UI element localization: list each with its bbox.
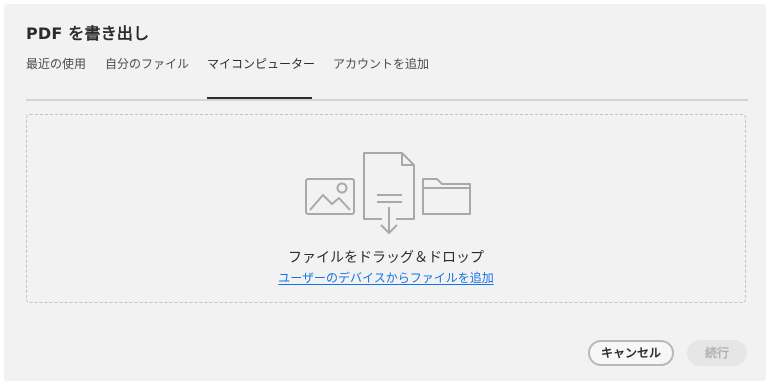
tab-my-files[interactable]: 自分のファイル bbox=[105, 52, 189, 99]
export-pdf-dialog: PDF を書き出し 最近の使用 自分のファイル マイコンピューター アカウントを… bbox=[4, 4, 766, 381]
cancel-button[interactable]: キャンセル bbox=[588, 340, 674, 366]
tab-my-computer[interactable]: マイコンピューター bbox=[207, 52, 315, 99]
source-tabs: 最近の使用 自分のファイル マイコンピューター アカウントを追加 bbox=[26, 52, 748, 101]
image-icon bbox=[305, 178, 355, 215]
dropzone-title: ファイルをドラッグ＆ドロップ bbox=[288, 250, 484, 266]
file-dropzone[interactable]: ファイルをドラッグ＆ドロップ ユーザーのデバイスからファイルを追加 bbox=[26, 114, 746, 303]
dialog-title: PDF を書き出し bbox=[26, 24, 150, 43]
folder-icon bbox=[422, 178, 471, 215]
tab-add-account[interactable]: アカウントを追加 bbox=[333, 52, 429, 99]
document-download-icon bbox=[363, 152, 415, 234]
add-file-from-device-link[interactable]: ユーザーのデバイスからファイルを追加 bbox=[278, 271, 493, 285]
active-tab-indicator bbox=[207, 97, 312, 99]
tab-recent[interactable]: 最近の使用 bbox=[26, 52, 86, 99]
dropzone-illustration bbox=[305, 152, 471, 234]
continue-button[interactable]: 続行 bbox=[687, 340, 747, 366]
